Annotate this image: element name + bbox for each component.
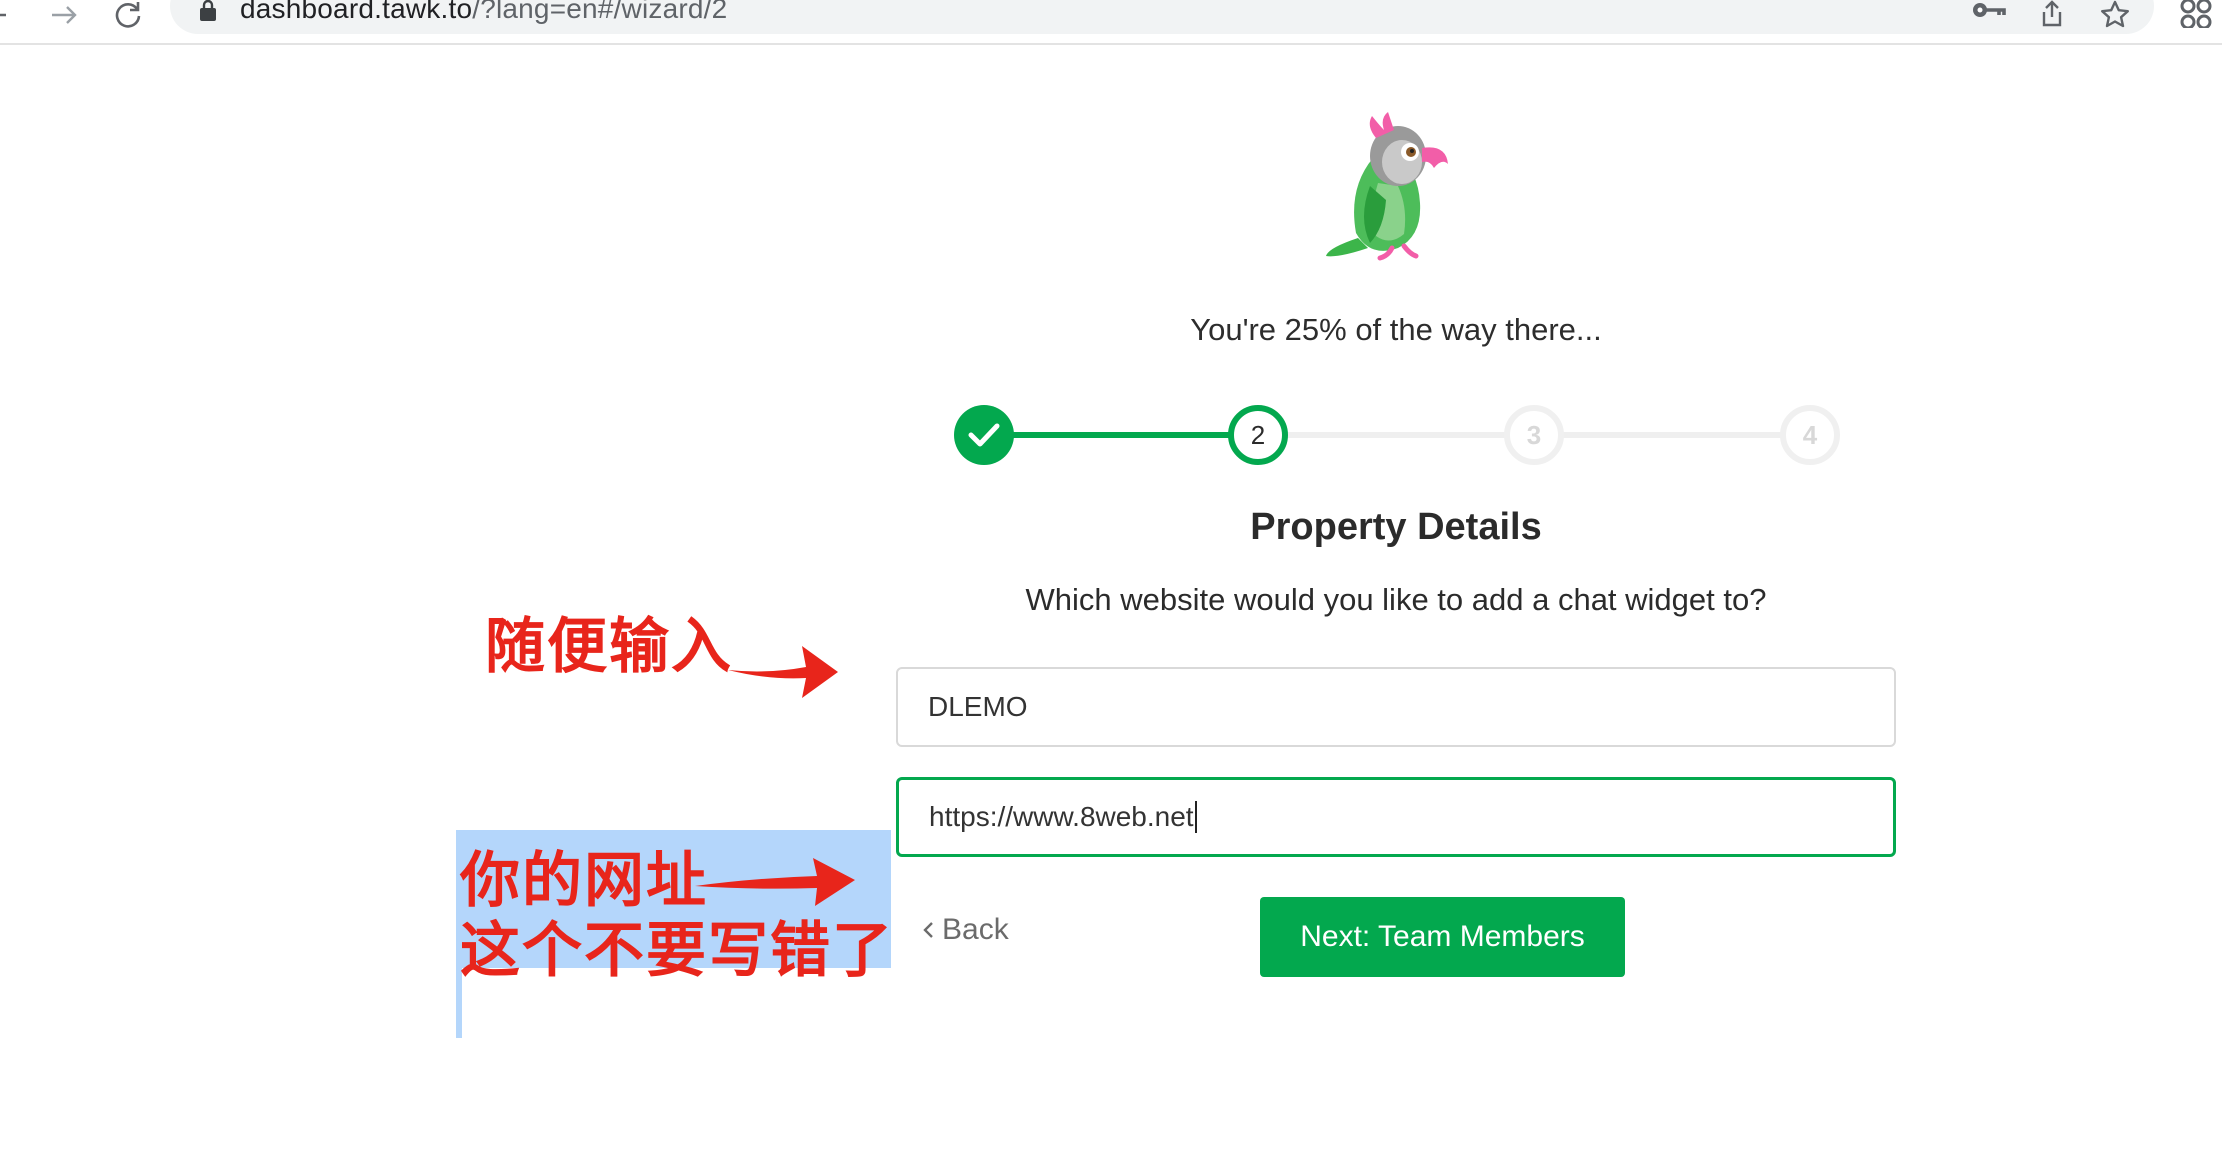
reload-icon[interactable] bbox=[110, 0, 146, 30]
website-url-value: https://www.8web.net bbox=[929, 801, 1194, 832]
back-button[interactable]: Back bbox=[922, 910, 1009, 950]
share-icon[interactable] bbox=[2038, 0, 2072, 27]
url-domain: dashboard.tawk.to bbox=[240, 0, 473, 24]
progress-line-complete bbox=[984, 432, 1258, 438]
step-3: 3 bbox=[1504, 405, 1564, 465]
step-4: 4 bbox=[1780, 405, 1840, 465]
parrot-logo bbox=[1318, 108, 1468, 268]
step-2-current: 2 bbox=[1228, 405, 1288, 465]
property-name-input[interactable]: DLEMO bbox=[896, 667, 1896, 747]
back-label: Back bbox=[942, 913, 1009, 946]
arrow-annotation bbox=[695, 858, 855, 906]
next-team-members-button[interactable]: Next: Team Members bbox=[1260, 897, 1625, 977]
url-text[interactable]: dashboard.tawk.to/?lang=en#/wizard/2 bbox=[240, 0, 727, 24]
progress-text: You're 25% of the way there... bbox=[1190, 312, 1602, 347]
next-button-label: Next: Team Members bbox=[1300, 920, 1585, 953]
step-1-complete bbox=[954, 405, 1014, 465]
check-icon bbox=[968, 423, 1000, 447]
website-url-input[interactable]: https://www.8web.net bbox=[896, 777, 1896, 857]
progress-line-pending bbox=[1286, 432, 1534, 438]
annotation-top: 随便输入 bbox=[485, 613, 733, 680]
text-caret bbox=[1194, 801, 1197, 833]
back-nav-icon[interactable] bbox=[0, 0, 10, 30]
annotation-bottom-line2: 这个不要写错了 bbox=[460, 917, 894, 984]
star-icon[interactable] bbox=[2100, 0, 2134, 28]
progress-line-pending bbox=[1562, 432, 1810, 438]
property-name-value: DLEMO bbox=[928, 691, 1028, 722]
arrow-annotation bbox=[728, 646, 838, 698]
browser-toolbar: dashboard.tawk.to/?lang=en#/wizard/2 bbox=[0, 0, 2222, 45]
key-icon[interactable] bbox=[1972, 0, 2006, 26]
extension-icon[interactable] bbox=[2178, 0, 2214, 30]
question-text: Which website would you like to add a ch… bbox=[1025, 582, 1767, 617]
chevron-left-icon bbox=[923, 922, 933, 938]
forward-nav-icon[interactable] bbox=[46, 0, 82, 30]
page: dashboard.tawk.to/?lang=en#/wizard/2 You… bbox=[0, 0, 2222, 1170]
page-title: Property Details bbox=[1250, 506, 1542, 548]
lock-icon[interactable] bbox=[198, 0, 218, 22]
url-path: /?lang=en#/wizard/2 bbox=[472, 0, 728, 24]
